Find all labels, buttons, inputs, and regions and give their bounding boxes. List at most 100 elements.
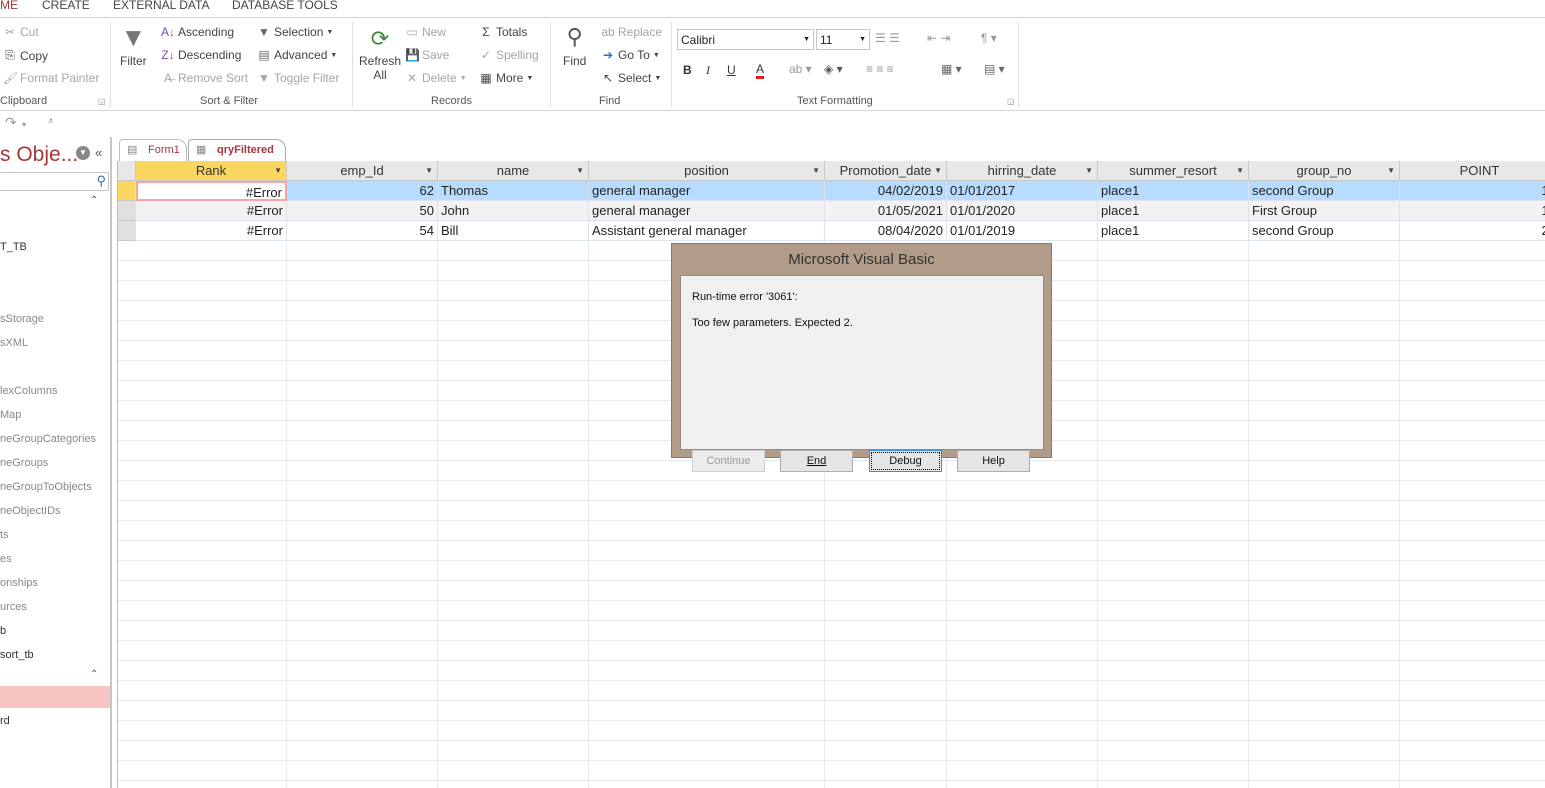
nav-item[interactable]: T_TB	[0, 241, 27, 253]
redo-icon[interactable]: ↷ ▼	[5, 114, 28, 131]
row-selector[interactable]	[118, 201, 136, 221]
nav-item[interactable]: rd	[0, 715, 10, 727]
tab-qryfiltered[interactable]: ▦ qryFiltered	[188, 139, 286, 161]
tab-database-tools[interactable]: DATABASE TOOLS	[232, 0, 338, 12]
font-name-select[interactable]: Calibri ▼	[677, 29, 814, 50]
cell-name[interactable]: Thomas	[438, 181, 589, 201]
cell-rank[interactable]: #Error	[136, 201, 287, 221]
nav-menu-icon[interactable]: ▼	[76, 146, 90, 160]
column-header-hirring_date[interactable]: hirring_date ▼	[947, 161, 1098, 181]
fill-color-icon[interactable]: ◈ ▾	[824, 62, 843, 76]
column-header-point[interactable]: POINT▼	[1400, 161, 1545, 181]
nav-pane-title[interactable]: s Obje...	[0, 143, 78, 167]
tab-form1[interactable]: ▤ Form1	[119, 139, 187, 161]
continue-button[interactable]: Continue	[692, 450, 765, 472]
gridlines-icon[interactable]: ▦ ▾	[941, 62, 962, 76]
cell-summer_resort[interactable]: place1	[1098, 181, 1249, 201]
align-icons[interactable]: ≡ ≡ ≡	[866, 62, 894, 76]
indent-icon[interactable]: ⇤ ⇥	[927, 31, 950, 45]
bullets-icon[interactable]: ☰ ☰	[875, 31, 900, 45]
column-header-position[interactable]: position ▼	[589, 161, 825, 181]
dialog-launcher-icon[interactable]: ◲	[98, 97, 106, 106]
cut-button[interactable]: ✂ Cut	[3, 25, 39, 39]
column-header-emp_id[interactable]: emp_Id ▼	[287, 161, 438, 181]
delete-button[interactable]: ✕ Delete ▼	[405, 71, 467, 85]
debug-button[interactable]: Debug	[869, 450, 942, 472]
selection-button[interactable]: ▼ Selection ▼	[257, 25, 333, 39]
cell-group_no[interactable]: First Group	[1249, 201, 1400, 221]
select-button[interactable]: ↖ Select ▼	[601, 71, 661, 85]
cell-hirring_date[interactable]: 01/01/2020	[947, 201, 1098, 221]
cell-promotion_date[interactable]: 04/02/2019	[825, 181, 947, 201]
nav-item[interactable]: sort_tb	[0, 649, 34, 661]
cell-rank[interactable]: #Error	[136, 221, 287, 241]
cell-emp_id[interactable]: 54	[287, 221, 438, 241]
bold-button[interactable]: B	[683, 63, 692, 77]
cell-point[interactable]: 15	[1400, 181, 1545, 201]
cell-position[interactable]: Assistant general manager	[589, 221, 825, 241]
column-header-group_no[interactable]: group_no ▼	[1249, 161, 1400, 181]
cell-summer_resort[interactable]: place1	[1098, 201, 1249, 221]
collapse-pane-icon[interactable]: «	[95, 145, 102, 160]
row-selector[interactable]	[118, 221, 136, 241]
cell-name[interactable]: Bill	[438, 221, 589, 241]
nav-item[interactable]: b	[0, 625, 6, 637]
nav-item[interactable]: sXML	[0, 337, 28, 349]
alternate-row-color-icon[interactable]: ▤ ▾	[984, 62, 1005, 76]
select-all-corner[interactable]	[118, 161, 136, 181]
nav-item[interactable]: sStorage	[0, 313, 44, 325]
cell-rank[interactable]: #Error	[136, 181, 287, 201]
collapse-group-icon[interactable]: ⌃	[90, 669, 98, 680]
cell-group_no[interactable]: second Group	[1249, 221, 1400, 241]
nav-item-selected[interactable]	[0, 686, 110, 708]
end-button[interactable]: End	[780, 450, 853, 472]
font-size-select[interactable]: 11 ▼	[816, 29, 870, 50]
spelling-button[interactable]: ✓ Spelling	[479, 48, 539, 62]
cell-promotion_date[interactable]: 01/05/2021	[825, 201, 947, 221]
copy-button[interactable]: ⎘ Copy	[3, 48, 48, 63]
dropdown-arrow-icon[interactable]: ▼	[425, 161, 433, 180]
more-button[interactable]: ▦ More ▼	[479, 71, 533, 85]
ascending-button[interactable]: A↓ Ascending	[161, 25, 234, 39]
font-color-icon[interactable]: A	[756, 62, 765, 79]
cell-hirring_date[interactable]: 01/01/2019	[947, 221, 1098, 241]
cell-point[interactable]: 20	[1400, 221, 1545, 241]
nav-item[interactable]: neObjectIDs	[0, 505, 61, 517]
dialog-launcher-icon[interactable]: ◲	[1007, 97, 1015, 106]
filter-button[interactable]: ▼ Filter	[120, 22, 147, 68]
nav-item[interactable]: Map	[0, 409, 21, 421]
dropdown-arrow-icon[interactable]: ▼	[812, 161, 820, 180]
dropdown-arrow-icon[interactable]: ▼	[1236, 161, 1244, 180]
help-button[interactable]: Help	[957, 450, 1030, 472]
column-header-promotion_date[interactable]: Promotion_date ▼	[825, 161, 947, 181]
nav-item[interactable]: neGroupToObjects	[0, 481, 92, 493]
dropdown-arrow-icon[interactable]: ▼	[1387, 161, 1395, 180]
cell-group_no[interactable]: second Group	[1249, 181, 1400, 201]
highlight-icon[interactable]: ab ▾	[789, 62, 812, 76]
new-record-button[interactable]: ▭ New	[405, 25, 446, 39]
row-selector[interactable]	[118, 181, 136, 201]
find-button[interactable]: ⚲ Find	[563, 24, 586, 68]
cell-position[interactable]: general manager	[589, 201, 825, 221]
nav-search-input[interactable]: ⚲	[0, 172, 109, 191]
italic-button[interactable]: I	[706, 63, 710, 78]
totals-button[interactable]: Σ Totals	[479, 25, 527, 39]
nav-item[interactable]: lexColumns	[0, 385, 57, 397]
tab-external-data[interactable]: EXTERNAL DATA	[113, 0, 209, 12]
dropdown-arrow-icon[interactable]: ▼	[934, 161, 942, 180]
save-button[interactable]: 💾 Save	[405, 48, 449, 62]
nav-item[interactable]: es	[0, 553, 12, 565]
nav-item[interactable]: ts	[0, 529, 9, 541]
format-painter-button[interactable]: 🖌 Format Painter	[3, 71, 99, 85]
column-header-rank[interactable]: Rank ▼	[136, 161, 287, 181]
cell-emp_id[interactable]: 62	[287, 181, 438, 201]
remove-sort-button[interactable]: A̶ Remove Sort	[161, 71, 248, 85]
goto-button[interactable]: ➔ Go To ▼	[601, 48, 660, 62]
cell-point[interactable]: 10	[1400, 201, 1545, 221]
cell-promotion_date[interactable]: 08/04/2020	[825, 221, 947, 241]
underline-button[interactable]: U	[727, 63, 736, 77]
cell-hirring_date[interactable]: 01/01/2017	[947, 181, 1098, 201]
cell-summer_resort[interactable]: place1	[1098, 221, 1249, 241]
tab-home[interactable]: ME	[0, 0, 18, 12]
paragraph-direction-icon[interactable]: ¶ ▾	[981, 31, 997, 45]
